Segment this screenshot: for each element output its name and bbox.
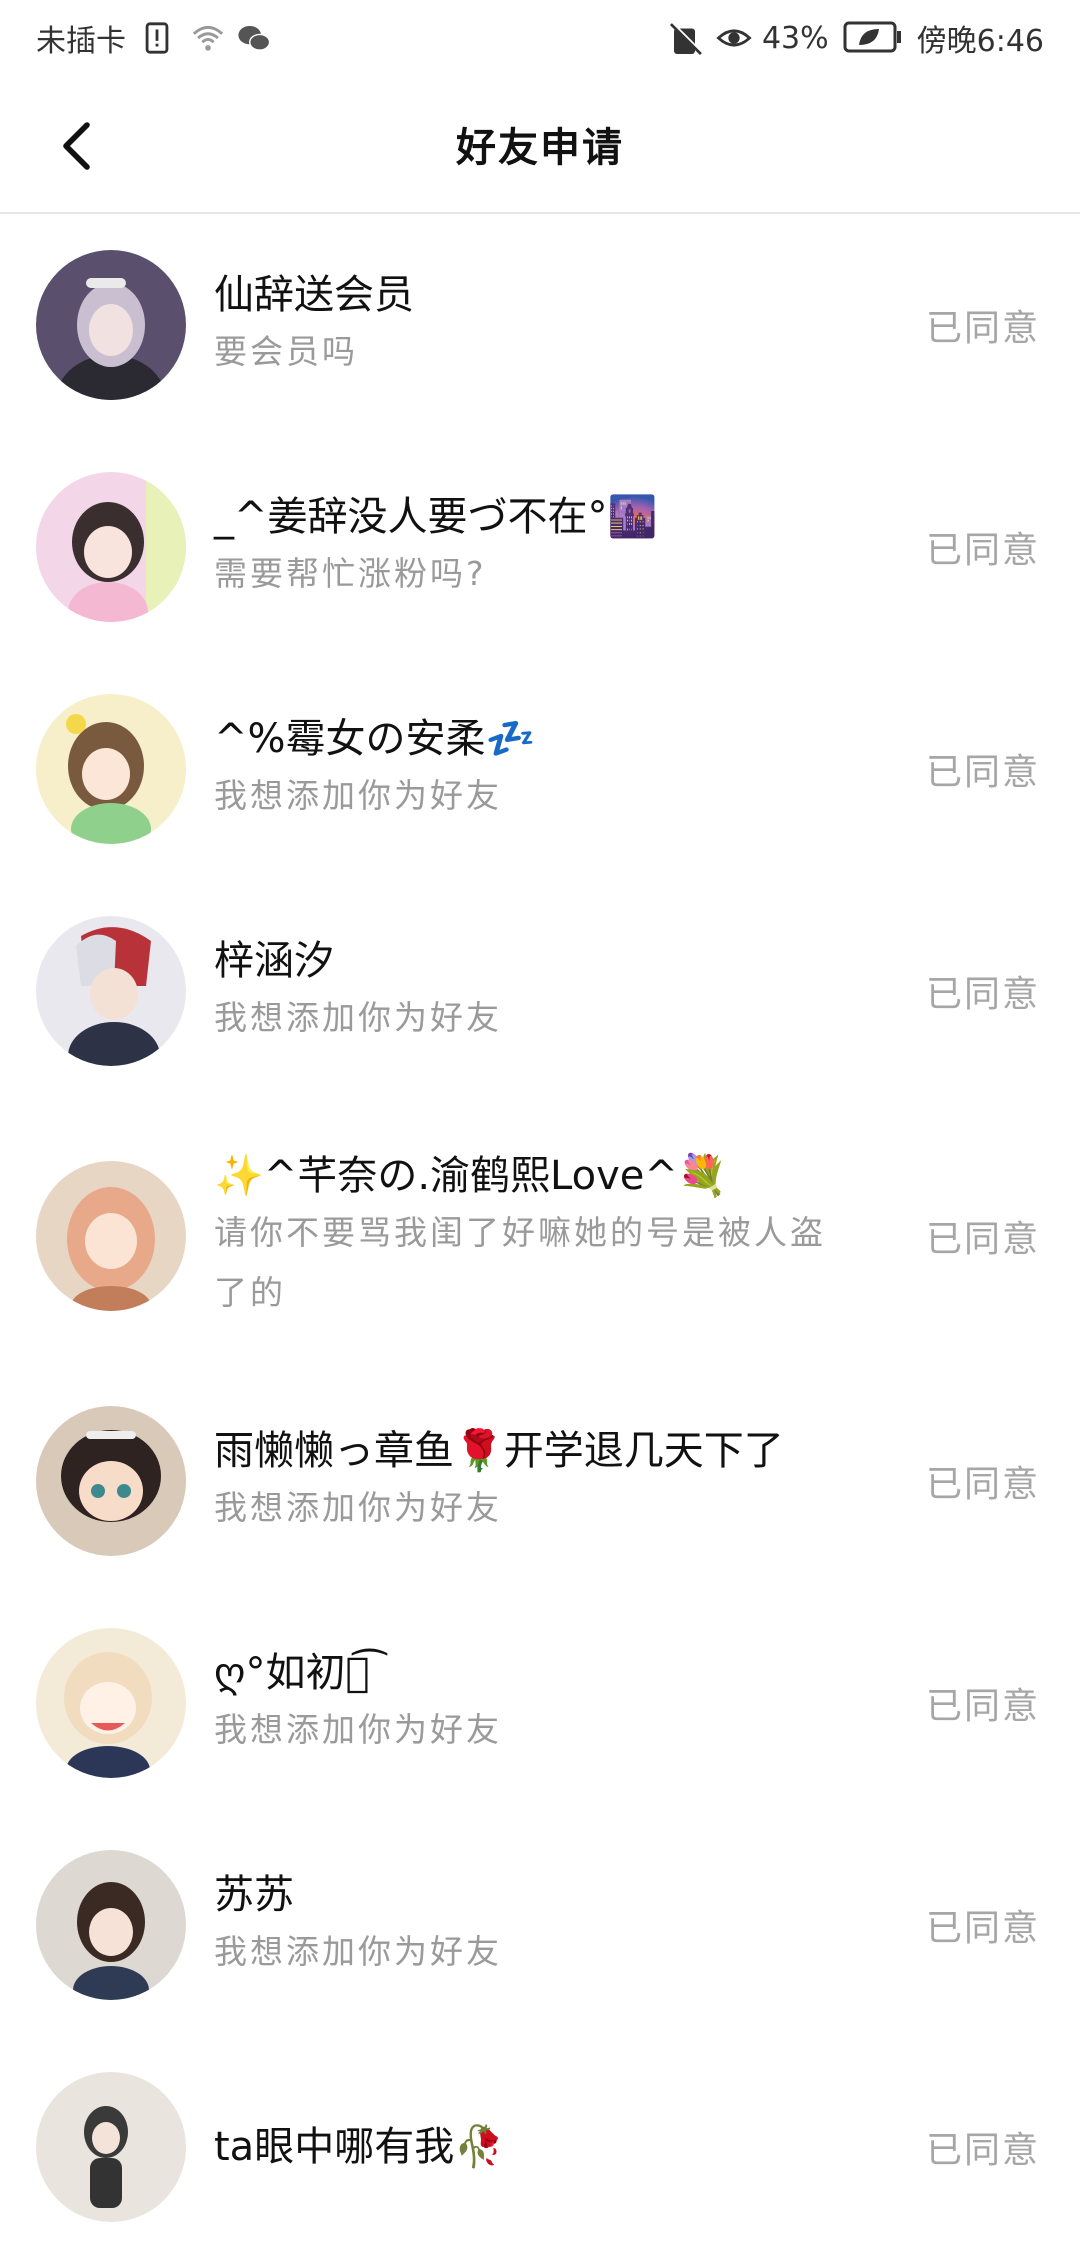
request-info: 梓涵汐 我想添加你为好友 — [214, 934, 894, 1048]
back-button[interactable] — [40, 106, 120, 186]
requester-name: ta眼中哪有我🥀 — [214, 2124, 504, 2170]
request-info: ✨^芊奈の.渝鹤熙Love^💐 请你不要骂我闺了好嘛她的号是被人盗了的 — [214, 1149, 894, 1323]
request-info: _^姜辞没人要づ不在°🌆 需要帮忙涨粉吗? — [214, 490, 894, 604]
accepted-status: 已同意 — [925, 1219, 1040, 1260]
friend-request-row[interactable]: 梓涵汐 我想添加你为好友 已同意 — [0, 880, 1080, 1102]
request-message: 我想添加你为好友 — [214, 1710, 502, 1749]
avatar[interactable] — [36, 472, 186, 622]
status-bar-left: 未插卡 — [36, 16, 271, 60]
friend-request-row[interactable]: ^%霉女の安柔💤 我想添加你为好友 已同意 — [0, 658, 1080, 880]
request-info: ta眼中哪有我🥀 — [214, 2120, 894, 2174]
friend-request-row[interactable]: ✨^芊奈の.渝鹤熙Love^💐 请你不要骂我闺了好嘛她的号是被人盗了的 已同意 — [0, 1102, 1080, 1370]
wechat-icon — [236, 21, 271, 55]
requester-name: ღ°如初ེ͡ — [214, 1650, 370, 1696]
request-info: 仙辞送会员 要会员吗 — [214, 268, 894, 382]
avatar[interactable] — [36, 694, 186, 844]
accepted-status: 已同意 — [925, 1464, 1040, 1505]
request-message: 我想添加你为好友 — [214, 1932, 502, 1971]
accepted-status: 已同意 — [925, 530, 1040, 571]
requester-name: 雨懒懒っ章鱼🌹开学退几天下了 — [214, 1428, 784, 1474]
requester-name: 梓涵汐 — [214, 938, 334, 984]
accepted-status: 已同意 — [925, 1908, 1040, 1949]
request-message: 请你不要骂我闺了好嘛她的号是被人盗了的 — [214, 1213, 826, 1312]
eye-icon — [714, 21, 752, 55]
accepted-status: 已同意 — [925, 308, 1040, 349]
clock: 傍晚6:46 — [916, 24, 1044, 59]
page-title: 好友申请 — [456, 125, 624, 171]
accepted-status: 已同意 — [925, 752, 1040, 793]
chevron-left-icon — [63, 122, 90, 170]
status-bar: 未插卡 43% 傍晚6:46 — [0, 0, 1080, 76]
avatar[interactable] — [36, 1628, 186, 1778]
avatar[interactable] — [36, 1850, 186, 2000]
friend-request-row[interactable]: 仙辞送会员 要会员吗 已同意 — [0, 214, 1080, 436]
no-sim-icon — [666, 21, 704, 56]
request-info: 雨懒懒っ章鱼🌹开学退几天下了 我想添加你为好友 — [214, 1424, 894, 1538]
accepted-status: 已同意 — [925, 974, 1040, 1015]
requester-name: 苏苏 — [214, 1872, 294, 1918]
status-bar-right: 43% 傍晚6:46 — [666, 16, 1044, 60]
requester-name: ✨^芊奈の.渝鹤熙Love^💐 — [214, 1153, 728, 1199]
friend-request-row[interactable]: 苏苏 我想添加你为好友 已同意 — [0, 1814, 1080, 2036]
friend-request-row[interactable]: 雨懒懒っ章鱼🌹开学退几天下了 我想添加你为好友 已同意 — [0, 1370, 1080, 1592]
requester-name: 仙辞送会员 — [214, 272, 414, 318]
battery-percent: 43% — [761, 20, 829, 56]
friend-request-row[interactable]: _^姜辞没人要づ不在°🌆 需要帮忙涨粉吗? 已同意 — [0, 436, 1080, 658]
friend-request-row[interactable]: ღ°如初ེ͡ 我想添加你为好友 已同意 — [0, 1592, 1080, 1814]
battery-icon — [843, 21, 903, 55]
carrier-label: 未插卡 — [36, 24, 126, 59]
requester-name: ^%霉女の安柔💤 — [214, 716, 536, 762]
request-message: 要会员吗 — [214, 332, 358, 371]
wifi-icon — [188, 21, 224, 55]
request-message: 我想添加你为好友 — [214, 776, 502, 815]
accepted-status: 已同意 — [925, 1686, 1040, 1727]
avatar[interactable] — [36, 1161, 186, 1311]
request-info: 苏苏 我想添加你为好友 — [214, 1868, 894, 1982]
friend-request-row[interactable]: ta眼中哪有我🥀 已同意 — [0, 2036, 1080, 2258]
friend-request-list: 仙辞送会员 要会员吗 已同意 _^姜辞没人要づ不在°🌆 需要帮忙涨粉吗? 已同意… — [0, 214, 1080, 2258]
requester-name: _^姜辞没人要づ不在°🌆 — [214, 494, 658, 540]
avatar[interactable] — [36, 1406, 186, 1556]
request-info: ღ°如初ེ͡ 我想添加你为好友 — [214, 1646, 894, 1760]
avatar[interactable] — [36, 250, 186, 400]
request-message: 我想添加你为好友 — [214, 1488, 502, 1527]
page-header: 好友申请 — [0, 76, 1080, 214]
request-info: ^%霉女の安柔💤 我想添加你为好友 — [214, 712, 894, 826]
request-message: 需要帮忙涨粉吗? — [214, 554, 487, 593]
avatar[interactable] — [36, 2072, 186, 2222]
accepted-status: 已同意 — [925, 2130, 1040, 2171]
request-message: 我想添加你为好友 — [214, 998, 502, 1037]
sim-alert-icon — [140, 21, 174, 55]
avatar[interactable] — [36, 916, 186, 1066]
